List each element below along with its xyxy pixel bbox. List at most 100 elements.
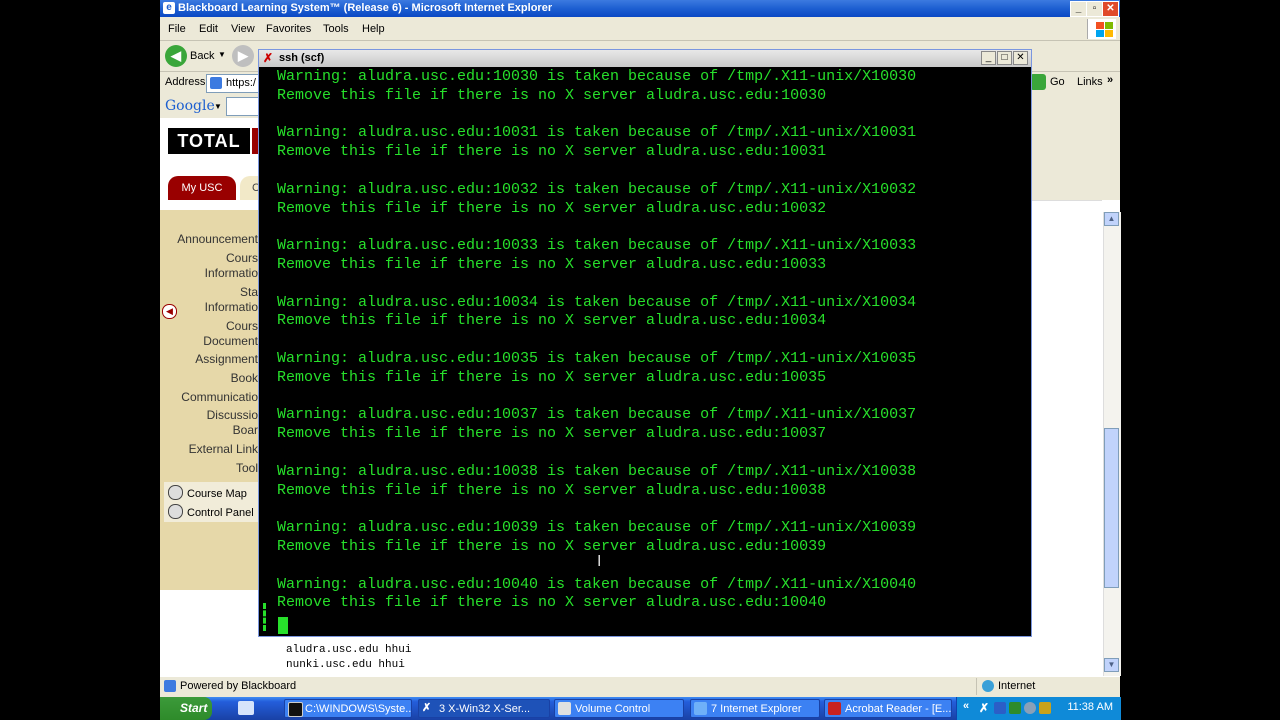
- sidebar-item-books[interactable]: Book: [231, 371, 258, 386]
- tray-expand-icon[interactable]: «: [963, 700, 969, 712]
- page-status-icon: [164, 680, 176, 692]
- show-desktop-icon[interactable]: [238, 701, 254, 715]
- terminal-output[interactable]: Warning: aludra.usc.edu:10030 is taken b…: [277, 68, 1029, 636]
- sidebar-item-staff-information[interactable]: Sta Informatio: [205, 285, 258, 315]
- ie-window-title: Blackboard Learning System™ (Release 6) …: [178, 2, 553, 14]
- menu-edit[interactable]: Edit: [199, 23, 218, 35]
- sidebar-item-assignments[interactable]: Assignment: [195, 352, 258, 367]
- go-button[interactable]: Go: [1050, 76, 1065, 88]
- menu-file[interactable]: File: [168, 23, 186, 35]
- taskbar-volume-control[interactable]: Volume Control: [554, 699, 684, 718]
- go-arrow-icon[interactable]: [1030, 74, 1046, 90]
- address-value: https:/: [226, 77, 256, 89]
- status-text: Powered by Blackboard: [180, 680, 297, 692]
- terminal-line: Warning: aludra.usc.edu:10039 is taken b…: [277, 519, 917, 537]
- menu-bar: File Edit View Favorites Tools Help: [160, 18, 1120, 41]
- terminal-line: Warning: aludra.usc.edu:10038 is taken b…: [277, 462, 917, 480]
- system-tray: « ✗ 11:38 AM: [956, 697, 1121, 720]
- terminal-cursor: [278, 617, 288, 634]
- menu-tools[interactable]: Tools: [323, 23, 349, 35]
- taskbar-x-win32[interactable]: ✗ 3 X-Win32 X-Ser...: [418, 699, 550, 718]
- google-search-input[interactable]: [226, 97, 262, 116]
- sidebar-item-announcements[interactable]: Announcement: [177, 232, 258, 247]
- tab-my-usc[interactable]: My USC: [168, 176, 236, 200]
- taskbar-cmd[interactable]: C:\WINDOWS\Syste...: [284, 699, 412, 718]
- menu-help[interactable]: Help: [362, 23, 385, 35]
- zone-text: Internet: [998, 680, 1036, 692]
- ssh-close-icon[interactable]: ✕: [1013, 51, 1028, 65]
- ssh-terminal-window[interactable]: ✗ ssh (scf) _ □ ✕ Warning: aludra.usc.ed…: [258, 49, 1032, 637]
- internet-zone-icon: [982, 680, 994, 692]
- terminal-line: Remove this file if there is no X server…: [277, 312, 827, 330]
- address-input[interactable]: https:/: [206, 74, 262, 93]
- sidebar-item-course-documents[interactable]: Cours Document: [203, 319, 258, 349]
- terminal-line: Warning: aludra.usc.edu:10030 is taken b…: [277, 68, 917, 85]
- scrollbar-thumb[interactable]: [1104, 428, 1119, 588]
- content-frame-right: [1030, 200, 1102, 677]
- ssh-maximize-icon[interactable]: □: [997, 51, 1012, 65]
- terminal-line: Remove this file if there is no X server…: [277, 143, 827, 161]
- google-dropdown-icon[interactable]: ▼: [214, 102, 222, 111]
- ssh-window-title: ssh (scf): [279, 52, 325, 64]
- terminal-line: Remove this file if there is no X server…: [277, 255, 827, 273]
- forward-arrow-icon[interactable]: ▶: [232, 45, 254, 67]
- site-logo[interactable]: TOTAL: [168, 128, 250, 154]
- tools-box: Course Map Control Panel: [164, 482, 260, 522]
- sidebar-item-communication[interactable]: Communicatio: [181, 390, 258, 405]
- control-panel-link[interactable]: Control Panel: [168, 504, 254, 519]
- taskbar-internet-explorer[interactable]: 7 Internet Explorer: [690, 699, 820, 718]
- start-button[interactable]: Start: [160, 697, 212, 720]
- page-icon: [210, 77, 222, 89]
- terminal-line: Warning: aludra.usc.edu:10031 is taken b…: [277, 124, 917, 142]
- minimize-icon[interactable]: _: [1070, 1, 1087, 17]
- terminal-line: Warning: aludra.usc.edu:10034 is taken b…: [277, 293, 917, 311]
- terminal-line: Remove this file if there is no X server…: [277, 368, 827, 386]
- taskbar-acrobat-reader[interactable]: Acrobat Reader - [E...: [824, 699, 952, 718]
- back-dropdown-icon[interactable]: ▼: [218, 50, 226, 59]
- close-icon[interactable]: ✕: [1102, 1, 1119, 17]
- google-logo[interactable]: Google: [165, 98, 215, 114]
- sidebar-item-course-information[interactable]: Cours Informatio: [205, 251, 258, 281]
- terminal-line: Warning: aludra.usc.edu:10032 is taken b…: [277, 180, 917, 198]
- windows-logo-icon: [1087, 19, 1116, 39]
- address-label: Address: [165, 76, 206, 88]
- menu-view[interactable]: View: [231, 23, 255, 35]
- ie-app-icon: e: [163, 2, 175, 14]
- tray-security-icon[interactable]: [1009, 702, 1021, 714]
- text-cursor-icon: I: [597, 553, 602, 570]
- menu-favorites[interactable]: Favorites: [266, 23, 311, 35]
- back-arrow-icon[interactable]: ◀: [165, 45, 187, 67]
- scroll-up-icon[interactable]: ▲: [1104, 212, 1119, 226]
- maximize-icon[interactable]: ▫: [1086, 1, 1103, 17]
- tray-settings-icon[interactable]: [1024, 702, 1036, 714]
- tray-x-win32-icon[interactable]: ✗: [979, 702, 991, 714]
- scroll-down-icon[interactable]: ▼: [1104, 658, 1119, 672]
- terminal-line: Remove this file if there is no X server…: [277, 537, 827, 555]
- terminal-line: Warning: aludra.usc.edu:10040 is taken b…: [277, 575, 917, 593]
- ie-title-bar[interactable]: e Blackboard Learning System™ (Release 6…: [160, 0, 1120, 17]
- chevron-right-icon[interactable]: »: [1107, 74, 1113, 86]
- tray-alert-icon[interactable]: [1039, 702, 1051, 714]
- ssh-title-bar[interactable]: ✗ ssh (scf) _ □ ✕: [259, 50, 1031, 67]
- back-button-label[interactable]: Back: [190, 50, 214, 62]
- status-divider: [976, 678, 977, 695]
- course-map-icon: [168, 485, 183, 500]
- taskbar-clock[interactable]: 11:38 AM: [1067, 701, 1113, 713]
- status-bar: Powered by Blackboard Internet: [160, 676, 1120, 697]
- sidebar-item-external-links[interactable]: External Link: [189, 442, 258, 457]
- terminal-line: Remove this file if there is no X server…: [277, 199, 827, 217]
- links-button[interactable]: Links: [1077, 76, 1103, 88]
- sidebar-item-discussion-board[interactable]: Discussio Boar: [207, 408, 258, 438]
- collapse-menu-icon[interactable]: ◀: [162, 304, 177, 319]
- tray-network-icon[interactable]: [994, 702, 1006, 714]
- sidebar-item-tools[interactable]: Tool: [236, 461, 258, 476]
- terminal-margin-marker: [263, 603, 274, 631]
- course-map-link[interactable]: Course Map: [168, 485, 247, 500]
- ssh-minimize-icon[interactable]: _: [981, 51, 996, 65]
